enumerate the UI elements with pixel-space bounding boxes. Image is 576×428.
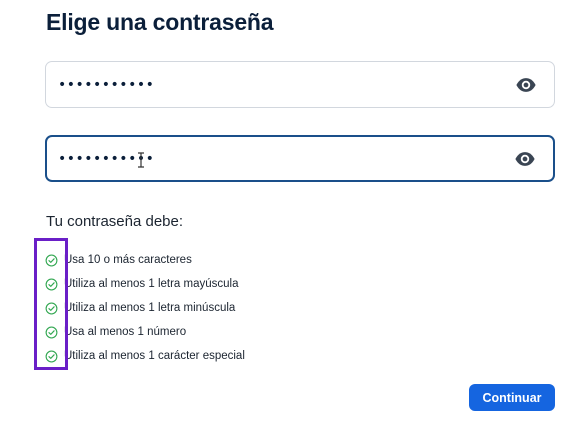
confirm-password-input[interactable] — [58, 137, 478, 180]
requirement-item: Utiliza al menos 1 letra mayúscula — [45, 272, 245, 296]
requirement-item: Utiliza al menos 1 carácter especial — [45, 344, 245, 368]
confirm-password-field[interactable] — [45, 135, 555, 182]
eye-icon[interactable] — [514, 148, 536, 170]
requirements-list: Usa 10 o más caracteres Utiliza al menos… — [45, 248, 245, 368]
password-input[interactable] — [58, 62, 478, 107]
text-cursor-icon — [138, 152, 144, 168]
requirement-item: Utiliza al menos 1 letra minúscula — [45, 296, 245, 320]
requirement-label: Usa 10 o más caracteres — [64, 254, 192, 266]
continue-button[interactable]: Continuar — [469, 384, 555, 411]
requirement-label: Utiliza al menos 1 letra minúscula — [64, 302, 236, 314]
requirement-label: Usa al menos 1 número — [64, 326, 187, 338]
requirement-item: Usa 10 o más caracteres — [45, 248, 245, 272]
requirements-title: Tu contraseña debe: — [46, 213, 184, 230]
page-title: Elige una contraseña — [46, 9, 274, 35]
requirement-label: Utiliza al menos 1 letra mayúscula — [64, 278, 239, 290]
password-field[interactable] — [45, 61, 555, 108]
requirement-item: Usa al menos 1 número — [45, 320, 245, 344]
requirement-label: Utiliza al menos 1 carácter especial — [64, 350, 245, 362]
check-icons-highlight — [34, 238, 68, 370]
eye-icon[interactable] — [515, 74, 537, 96]
